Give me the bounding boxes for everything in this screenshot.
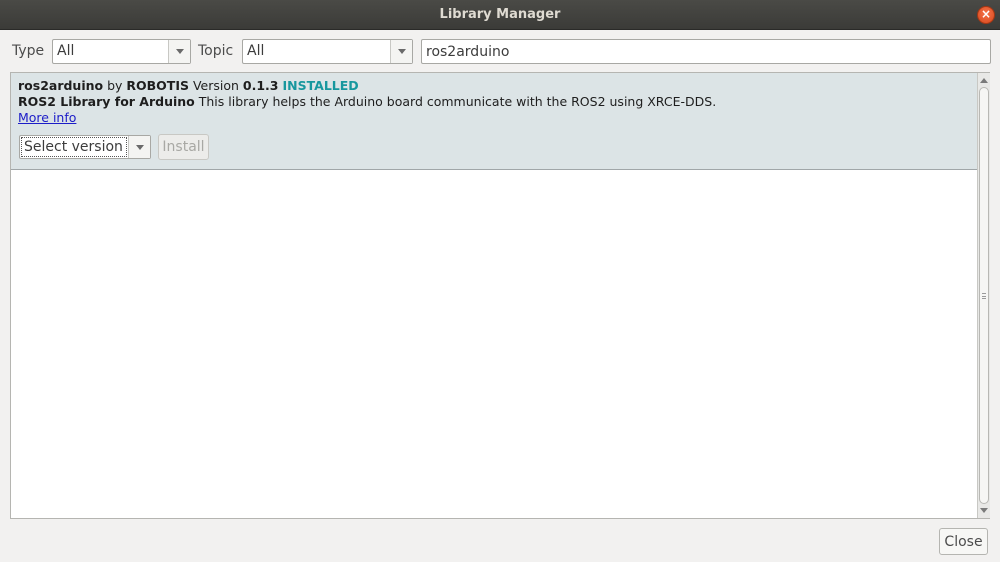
topic-label: Topic xyxy=(198,43,234,59)
library-title: ROS2 Library for Arduino xyxy=(18,94,195,109)
version-select-value: Select version xyxy=(21,137,127,157)
library-links: More info xyxy=(18,110,76,125)
library-header: ros2arduino by ROBOTIS Version 0.1.3 INS… xyxy=(18,78,359,93)
close-button[interactable]: Close xyxy=(939,528,988,555)
type-select-value: All xyxy=(57,43,75,59)
version-select[interactable]: Select version xyxy=(19,135,151,159)
topic-select[interactable]: All xyxy=(242,39,413,64)
library-by: by xyxy=(103,78,127,93)
scrollbar-thumb[interactable] xyxy=(979,87,989,504)
library-item[interactable]: ros2arduino by ROBOTIS Version 0.1.3 INS… xyxy=(11,73,977,170)
search-input[interactable] xyxy=(421,39,991,64)
type-select-chevron-down-icon xyxy=(168,40,190,63)
type-label: Type xyxy=(12,43,45,59)
library-description: This library helps the Arduino board com… xyxy=(194,94,717,109)
installed-badge: INSTALLED xyxy=(282,78,359,93)
vertical-scrollbar[interactable] xyxy=(977,73,990,518)
topic-select-chevron-down-icon xyxy=(390,40,412,63)
install-button[interactable]: Install xyxy=(158,134,209,160)
library-summary: ROS2 Library for Arduino This library he… xyxy=(18,94,716,109)
title-bar: Library Manager × xyxy=(0,0,1000,30)
arrow-down-icon[interactable] xyxy=(980,508,988,513)
library-name: ros2arduino xyxy=(18,78,104,93)
arrow-up-icon[interactable] xyxy=(980,78,988,83)
window-title: Library Manager xyxy=(439,7,561,22)
more-info-link[interactable]: More info xyxy=(18,110,76,125)
type-select[interactable]: All xyxy=(52,39,191,64)
close-icon: × xyxy=(980,7,992,21)
library-version-label: Version xyxy=(188,78,243,93)
topic-select-value: All xyxy=(247,43,265,59)
library-list: ros2arduino by ROBOTIS Version 0.1.3 INS… xyxy=(10,72,990,519)
library-version: 0.1.3 xyxy=(242,78,279,93)
library-author: ROBOTIS xyxy=(126,78,189,93)
version-select-chevron-down-icon xyxy=(128,136,150,158)
grip-icon xyxy=(982,293,986,299)
window-close-button[interactable]: × xyxy=(977,6,995,24)
